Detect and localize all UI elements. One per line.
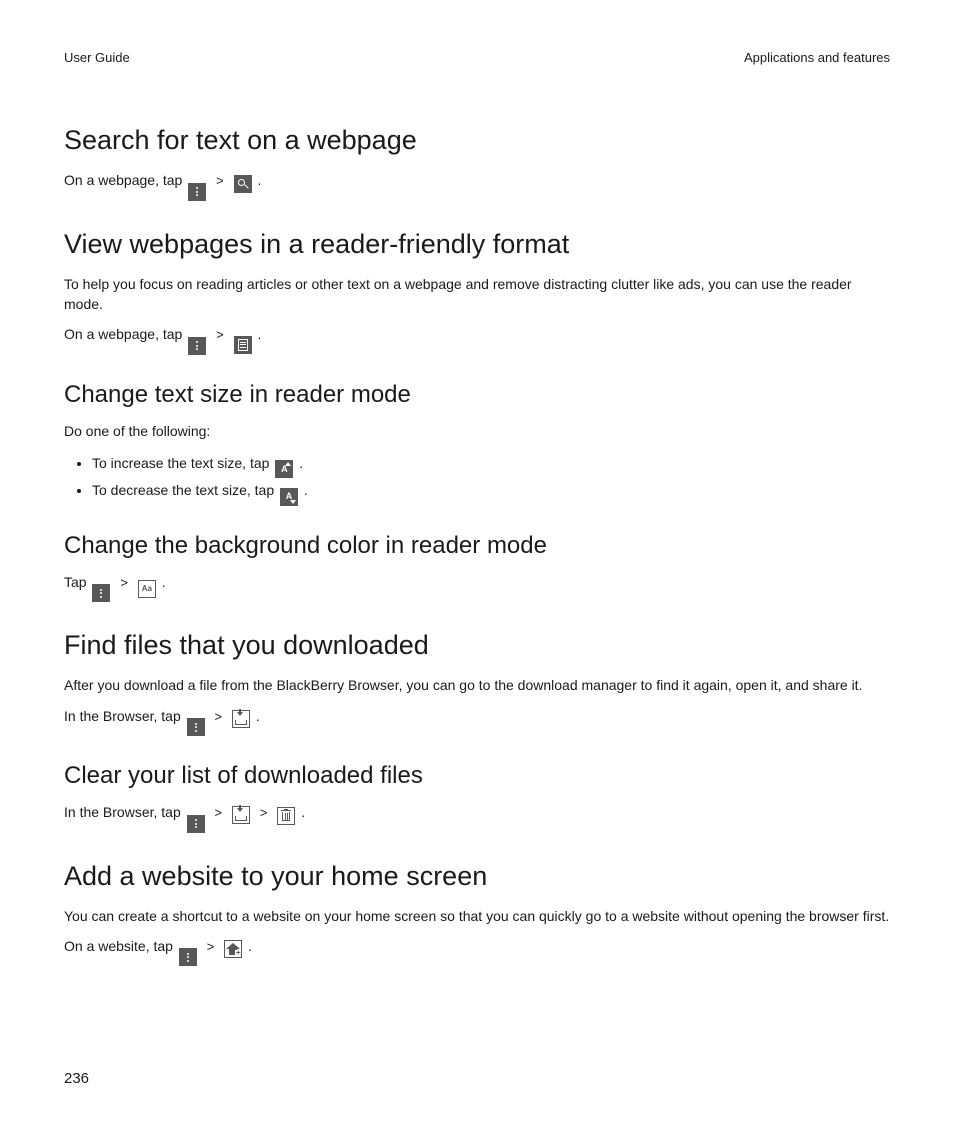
- text: .: [301, 804, 305, 820]
- list-item: To increase the text size, tap A .: [92, 451, 890, 479]
- search-icon: [234, 175, 252, 193]
- heading-add-home: Add a website to your home screen: [64, 861, 890, 892]
- text: On a webpage, tap: [64, 326, 182, 342]
- heading-reader-format: View webpages in a reader-friendly forma…: [64, 229, 890, 260]
- trash-icon: [277, 807, 295, 825]
- header-left: User Guide: [64, 50, 130, 65]
- breadcrumb-arrow: >: [215, 708, 223, 727]
- breadcrumb-arrow: >: [120, 574, 128, 593]
- body-find-files: After you download a file from the Black…: [64, 675, 890, 695]
- breadcrumb-arrow: >: [215, 804, 223, 823]
- breadcrumb-arrow: >: [260, 804, 268, 823]
- more-menu-icon: [179, 948, 197, 966]
- text: .: [257, 172, 261, 188]
- text: .: [299, 455, 303, 471]
- text-size-increase-icon: A: [275, 460, 293, 478]
- add-to-home-icon: +: [224, 940, 242, 958]
- instruction-clear-downloads: In the Browser, tap > > .: [64, 802, 890, 833]
- text: .: [304, 482, 308, 498]
- text: .: [256, 708, 260, 724]
- body-text-size: Do one of the following:: [64, 421, 890, 441]
- more-menu-icon: [92, 584, 110, 602]
- more-menu-icon: [187, 718, 205, 736]
- more-menu-icon: [187, 815, 205, 833]
- text-style-icon: Aa: [138, 580, 156, 598]
- list-item: To decrease the text size, tap A .: [92, 478, 890, 506]
- header-right: Applications and features: [744, 50, 890, 65]
- body-add-home: You can create a shortcut to a website o…: [64, 906, 890, 926]
- more-menu-icon: [188, 183, 206, 201]
- text: To increase the text size, tap: [92, 455, 269, 471]
- instruction-search: On a webpage, tap > .: [64, 170, 890, 201]
- heading-find-files: Find files that you downloaded: [64, 630, 890, 661]
- text: .: [257, 326, 261, 342]
- text: Tap: [64, 574, 87, 590]
- downloads-icon: [232, 806, 250, 824]
- body-reader-format: To help you focus on reading articles or…: [64, 274, 890, 315]
- text: .: [248, 938, 252, 954]
- breadcrumb-arrow: >: [216, 326, 224, 345]
- heading-text-size: Change text size in reader mode: [64, 381, 890, 409]
- page-number: 236: [64, 1070, 89, 1087]
- heading-bg-color: Change the background color in reader mo…: [64, 532, 890, 560]
- instruction-add-home: On a website, tap > + .: [64, 936, 890, 967]
- text: In the Browser, tap: [64, 804, 181, 820]
- reader-mode-icon: [234, 336, 252, 354]
- downloads-icon: [232, 710, 250, 728]
- text: On a webpage, tap: [64, 172, 182, 188]
- text: On a website, tap: [64, 938, 173, 954]
- heading-clear-downloads: Clear your list of downloaded files: [64, 762, 890, 790]
- instruction-reader-format: On a webpage, tap > .: [64, 324, 890, 355]
- text-size-decrease-icon: A: [280, 488, 298, 506]
- text: To decrease the text size, tap: [92, 482, 274, 498]
- more-menu-icon: [188, 337, 206, 355]
- text: In the Browser, tap: [64, 708, 181, 724]
- instruction-bg-color: Tap > Aa .: [64, 572, 890, 603]
- text: .: [162, 574, 166, 590]
- breadcrumb-arrow: >: [216, 172, 224, 191]
- bullet-list-text-size: To increase the text size, tap A . To de…: [64, 451, 890, 506]
- heading-search-webpage: Search for text on a webpage: [64, 125, 890, 156]
- instruction-find-files: In the Browser, tap > .: [64, 706, 890, 737]
- breadcrumb-arrow: >: [207, 938, 215, 957]
- page-header: User Guide Applications and features: [64, 50, 890, 65]
